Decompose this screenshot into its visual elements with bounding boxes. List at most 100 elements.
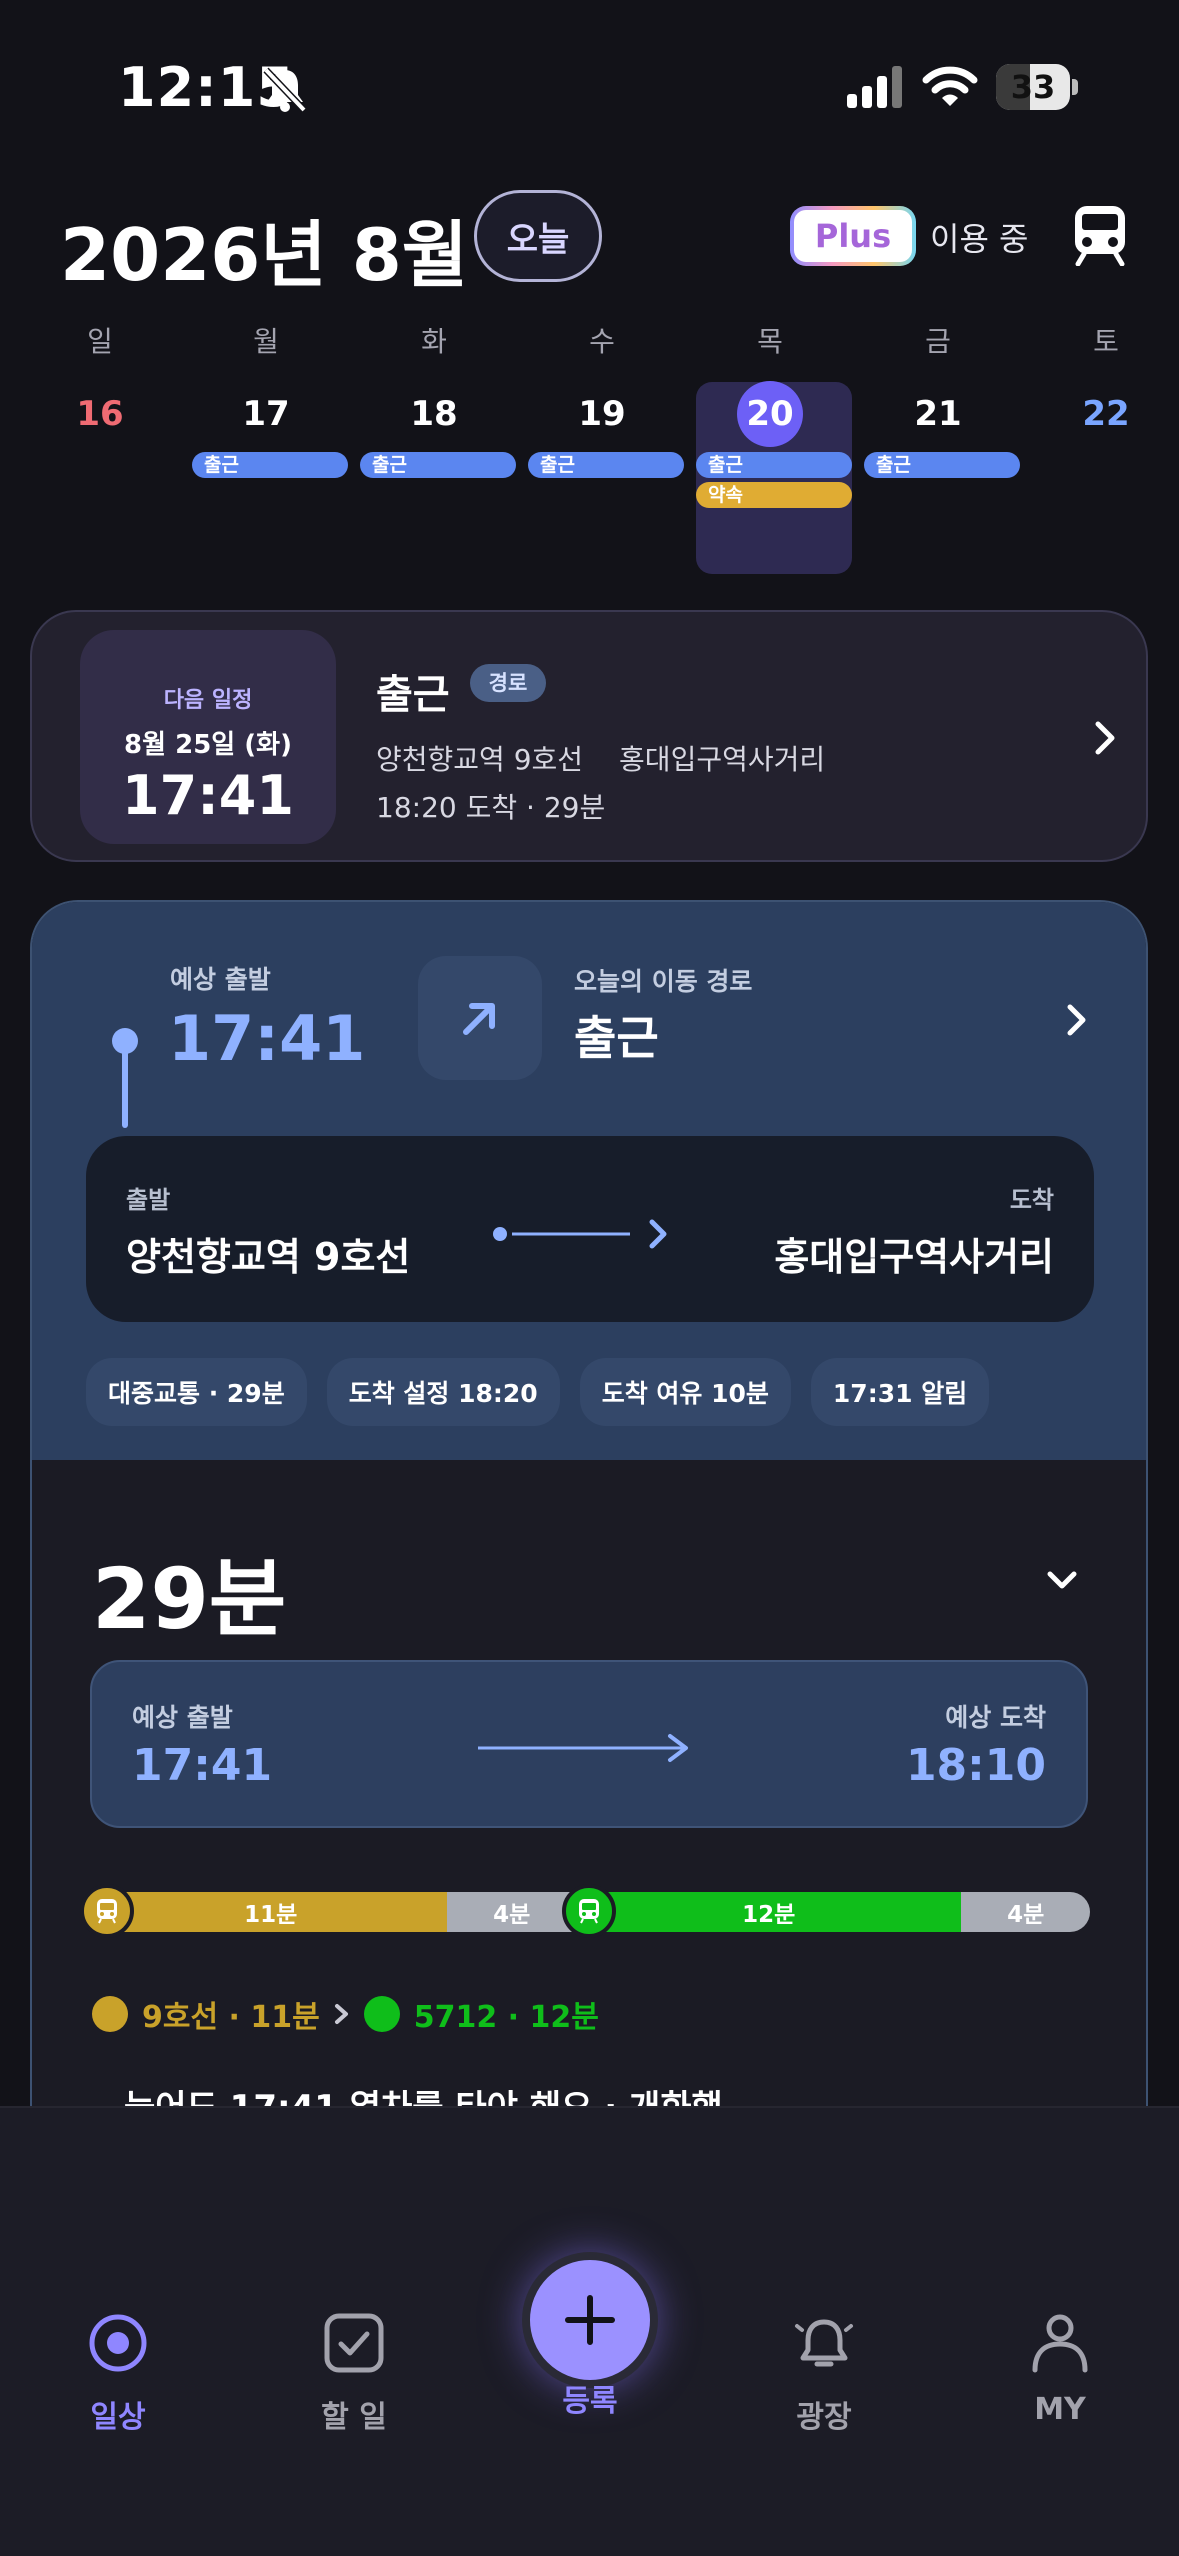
day-number: 18 bbox=[410, 394, 458, 434]
origin-value: 양천향교역 9호선 bbox=[126, 1235, 411, 1279]
next-schedule-arrival: 18:20 도착 · 29분 bbox=[376, 791, 606, 824]
tab-label-register[interactable]: 등록 bbox=[510, 2376, 670, 2420]
next-schedule-label: 다음 일정 bbox=[163, 688, 253, 713]
person-icon bbox=[1032, 2314, 1088, 2373]
origin-label: 출발 bbox=[126, 1186, 171, 1214]
tab-label: 일상 bbox=[90, 2400, 146, 2435]
chevron-right-icon bbox=[1095, 721, 1115, 755]
segment-subway: 11분 bbox=[94, 1892, 448, 1932]
est-arrive-time: 18:10 bbox=[905, 1740, 1046, 1791]
week-calendar: 일 16 월 17 출근 화 18 출근 수 19 출근 목 20 출근 약속 … bbox=[20, 320, 1159, 580]
route-chips: 대중교통 · 29분 도착 설정 18:20 도착 여유 10분 17:31 알… bbox=[86, 1358, 990, 1426]
est-depart-time: 17:41 bbox=[132, 1740, 273, 1791]
est-depart-label: 예상 출발 bbox=[132, 1703, 233, 1732]
weekday-label: 목 bbox=[757, 325, 783, 358]
route-tag: 경로 bbox=[470, 664, 546, 702]
segment-bus: 12분 bbox=[575, 1892, 962, 1932]
route-summary[interactable]: 예상 출발 17:41 오늘의 이동 경로 출근 출발 양천향교역 9호선 도착… bbox=[32, 902, 1146, 1460]
weekday-label: 일 bbox=[87, 325, 113, 358]
legend-subway: 9호선 · 11분 bbox=[142, 2000, 320, 2035]
calendar-day-selected[interactable]: 목 20 출근 약속 bbox=[690, 320, 852, 580]
wifi-icon bbox=[922, 66, 978, 106]
legend-bus: 5712 · 12분 bbox=[413, 2000, 599, 2035]
destination-label: 도착 bbox=[1009, 1186, 1054, 1214]
battery-icon: 33 bbox=[996, 64, 1078, 110]
chevron-right-icon bbox=[334, 2004, 348, 2024]
day-number: 22 bbox=[1082, 394, 1130, 434]
weekday-label: 금 bbox=[925, 325, 951, 358]
chip-arrival-buffer: 도착 여유 10분 bbox=[579, 1358, 791, 1426]
estimate-box: 예상 출발 17:41 예상 도착 18:10 bbox=[90, 1660, 1088, 1828]
calendar-day[interactable]: 일 16 bbox=[20, 320, 180, 580]
next-schedule-route: 양천향교역 9호선 홍대입구역사거리 bbox=[376, 738, 825, 778]
event-tag: 출근 bbox=[192, 452, 348, 478]
event-tag: 출근 bbox=[528, 452, 684, 478]
tab-daily[interactable]: 일상 bbox=[38, 2308, 198, 2436]
battery-level: 33 bbox=[1010, 68, 1056, 106]
bus-dot bbox=[363, 1996, 400, 2032]
route-card: 예상 출발 17:41 오늘의 이동 경로 출근 출발 양천향교역 9호선 도착… bbox=[30, 900, 1148, 2300]
calendar-day[interactable]: 월 17 출근 bbox=[186, 320, 348, 580]
arrow-right-icon bbox=[478, 1734, 688, 1762]
weekday-label: 화 bbox=[421, 325, 447, 358]
bell-off-icon bbox=[263, 67, 307, 113]
tab-my[interactable]: MY bbox=[980, 2308, 1140, 2427]
cellular-signal-icon bbox=[847, 66, 902, 108]
bell-icon bbox=[795, 2319, 853, 2367]
event-tag: 출근 bbox=[360, 452, 516, 478]
chevron-down-icon[interactable] bbox=[1044, 1568, 1080, 1594]
next-schedule-card[interactable]: 다음 일정 8월 25일 (화) 17:41 출근 경로 양천향교역 9호선 홍대… bbox=[30, 610, 1148, 862]
destination-value: 홍대입구역사거리 bbox=[774, 1235, 1054, 1279]
chevron-right-icon bbox=[1067, 1004, 1086, 1036]
calendar-day[interactable]: 화 18 출근 bbox=[354, 320, 516, 580]
event-tag: 출근 bbox=[864, 452, 1020, 478]
est-arrive-label: 예상 도착 bbox=[945, 1703, 1046, 1732]
event-tag: 출근 bbox=[696, 452, 852, 478]
departure-time: 17:41 bbox=[168, 1002, 366, 1075]
calendar-day[interactable]: 금 21 출근 bbox=[858, 320, 1020, 580]
checkbox-icon bbox=[324, 2313, 384, 2373]
train-icon[interactable] bbox=[1072, 204, 1128, 266]
subway-dot bbox=[92, 1996, 128, 2032]
bus-icon bbox=[561, 1884, 616, 1938]
tab-todo[interactable]: 할 일 bbox=[274, 2308, 434, 2436]
trip-duration: 29분 bbox=[92, 1550, 287, 1648]
arrow-up-right-icon bbox=[463, 1003, 495, 1035]
next-schedule-datebox: 다음 일정 8월 25일 (화) 17:41 bbox=[80, 630, 336, 844]
next-schedule-time: 17:41 bbox=[122, 764, 294, 827]
tab-bar: 일상 할 일 등록 광장 MY bbox=[0, 2106, 1179, 2556]
plus-status: 이용 중 bbox=[930, 220, 1029, 258]
chip-transit: 대중교통 · 29분 bbox=[86, 1358, 307, 1426]
calendar-day[interactable]: 수 19 출근 bbox=[522, 320, 684, 580]
month-selector[interactable]: 2026년 8월 bbox=[60, 196, 514, 301]
direction-tile bbox=[418, 956, 542, 1080]
daily-icon bbox=[89, 2314, 147, 2372]
departure-label: 예상 출발 bbox=[170, 965, 271, 994]
calendar-day[interactable]: 토 22 bbox=[1026, 320, 1179, 580]
segment-legend: 9호선 · 11분 5712 · 12분 bbox=[92, 1992, 599, 2036]
tab-plaza[interactable]: 광장 bbox=[744, 2308, 904, 2436]
subway-icon bbox=[80, 1884, 134, 1938]
plus-badge-label: Plus bbox=[794, 210, 912, 262]
weekday-label: 수 bbox=[589, 325, 615, 358]
event-tag: 약속 bbox=[696, 482, 852, 508]
route-from: 양천향교역 9호선 bbox=[376, 743, 584, 776]
weekday-label: 월 bbox=[253, 325, 279, 358]
segment-wait: 4분 bbox=[961, 1892, 1090, 1932]
route-arrow-icon bbox=[493, 1219, 667, 1249]
next-schedule-date: 8월 25일 (화) bbox=[124, 730, 292, 760]
status-bar: 12:15 33 bbox=[0, 0, 1179, 175]
day-number: 17 bbox=[242, 394, 290, 434]
chip-arrival-setting: 도착 설정 18:20 bbox=[326, 1358, 560, 1426]
day-number: 20 bbox=[737, 381, 803, 447]
origin-destination-box: 출발 양천향교역 9호선 도착 홍대입구역사거리 bbox=[86, 1136, 1094, 1322]
timeline-line bbox=[122, 1042, 128, 1128]
route-label: 오늘의 이동 경로 bbox=[574, 967, 753, 996]
chip-alarm: 17:31 알림 bbox=[810, 1358, 990, 1426]
plus-badge[interactable]: Plus bbox=[790, 206, 916, 266]
tab-label: 광장 bbox=[796, 2400, 852, 2435]
route-name: 출근 bbox=[574, 1011, 659, 1065]
day-number: 19 bbox=[578, 394, 626, 434]
add-button[interactable] bbox=[522, 2252, 658, 2388]
today-button[interactable]: 오늘 bbox=[474, 190, 602, 282]
